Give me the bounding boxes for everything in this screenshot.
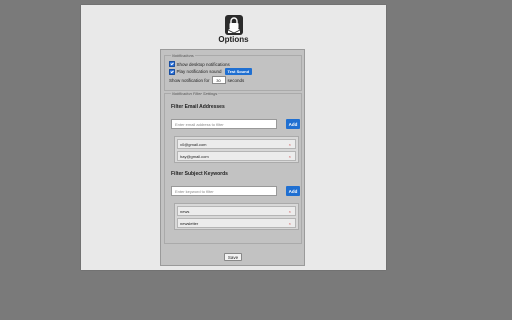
play-sound-row: Play notification sound Test Sound [169,68,253,75]
envelope-lock-icon [225,15,243,35]
keyword-filter-input[interactable]: Enter keyword to filter [171,186,277,196]
email-item-label: hay@gmail.com [180,153,209,159]
play-sound-checkbox[interactable] [169,68,175,75]
keyword-filter-list: news × newsletter × [174,203,299,230]
email-filter-list: x0@gmail.com × hay@gmail.com × [174,136,299,163]
options-sheet: Options Notifications Show desktop notif… [81,5,386,270]
show-for-row: Show notification for 30 seconds [169,76,244,84]
save-button[interactable]: Save [224,253,242,261]
options-panel: Notifications Show desktop notifications… [160,49,305,266]
seconds-label: seconds [227,77,245,83]
show-for-seconds-input[interactable]: 30 [211,76,226,84]
list-item: newsletter × [177,218,296,228]
keyword-item-label: news [180,208,190,214]
play-sound-label: Play notification sound [176,69,222,74]
keyword-item-label: newsletter [180,220,199,226]
list-item: news × [177,206,296,216]
keyword-filter-heading: Filter Subject Keywords [171,171,228,177]
filter-settings-group: Notification Filter Settings Filter Emai… [164,91,302,244]
notifications-legend: Notifications [171,53,195,58]
email-filter-heading: Filter Email Addresses [171,104,225,110]
close-icon[interactable]: × [289,154,291,159]
close-icon[interactable]: × [289,209,291,214]
close-icon[interactable]: × [289,142,291,147]
page-title: Options [218,35,249,44]
notifications-group: Notifications Show desktop notifications… [164,53,302,91]
show-desktop-checkbox[interactable] [169,61,175,67]
close-icon[interactable]: × [289,221,291,226]
list-item: hay@gmail.com × [177,151,296,161]
email-filter-input[interactable]: Enter email address to filter [171,119,277,129]
email-item-label: x0@gmail.com [180,141,207,147]
list-item: x0@gmail.com × [177,139,296,149]
show-for-label: Show notification for [169,77,210,83]
test-sound-button[interactable]: Test Sound [224,68,253,75]
filter-settings-legend: Notification Filter Settings [171,91,219,96]
add-keyword-button[interactable]: Add [286,186,300,196]
show-desktop-label: Show desktop notifications [176,61,230,67]
add-email-button[interactable]: Add [286,119,300,129]
show-desktop-row: Show desktop notifications [169,61,230,67]
